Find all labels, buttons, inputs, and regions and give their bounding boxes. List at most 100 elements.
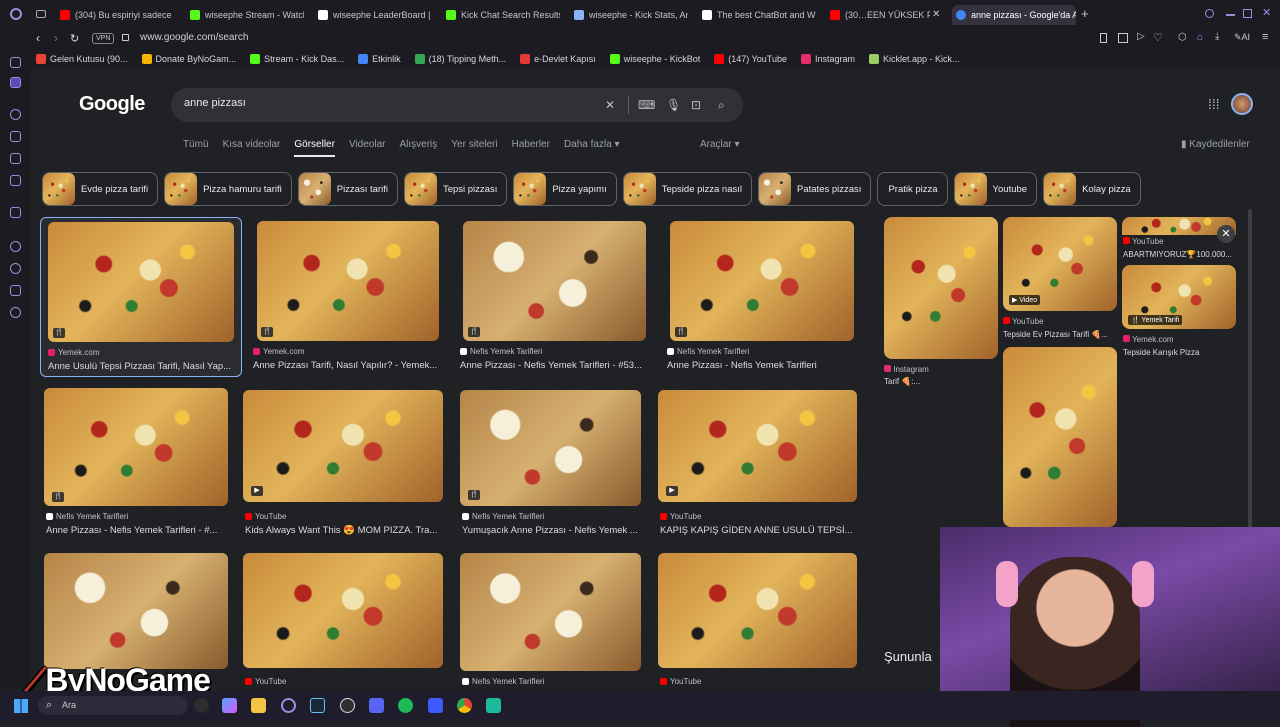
aria-icon[interactable] — [10, 77, 21, 88]
tab-news[interactable]: Haberler — [512, 139, 550, 157]
browser-tab[interactable]: wiseephe LeaderBoard | 1 — [314, 5, 432, 25]
preview-title[interactable]: ABARTMIYORUZ🏆100.000... — [1123, 250, 1237, 259]
image-result[interactable]: 🍴 Nefis Yemek Tarifleri Anne Pizzası - N… — [667, 221, 857, 373]
download-icon[interactable]: ⤓ — [1215, 31, 1219, 42]
bookmark-youtube[interactable]: (147) YouTube — [714, 54, 787, 64]
avatar[interactable] — [1231, 93, 1253, 115]
discord-icon[interactable] — [369, 698, 384, 713]
sidebar-app-icon[interactable] — [10, 109, 21, 120]
opera-icon[interactable] — [281, 698, 296, 713]
bookmark-kicklet[interactable]: Kicklet.app - Kick... — [869, 54, 960, 64]
tools-button[interactable]: Araçlar ▾ — [700, 139, 740, 150]
tab-places[interactable]: Yer siteleri — [451, 139, 497, 157]
bookmark-instagram[interactable]: Instagram — [800, 54, 855, 64]
maximize-icon[interactable] — [1243, 9, 1252, 18]
result-title[interactable]: KAPIŞ KAPIŞ GİDEN ANNE USULÜ TEPSİ... — [660, 525, 858, 536]
google-logo[interactable]: Google — [79, 93, 145, 116]
music-icon[interactable] — [10, 175, 21, 186]
tab-short-videos[interactable]: Kısa videolar — [223, 139, 281, 157]
browser-tab-active[interactable]: anne pizzası - Google'da A — [952, 5, 1076, 25]
image-result[interactable]: Nefis Yemek Tarifleri — [460, 553, 644, 691]
pin-icon[interactable] — [10, 285, 21, 296]
result-image[interactable] — [670, 221, 854, 341]
image-result[interactable]: 🍴 Yemek.com Anne Pizzası Tarifi, Nasıl Y… — [253, 221, 443, 373]
obs-icon[interactable] — [340, 698, 355, 713]
tab-all[interactable]: Tümü — [183, 139, 209, 157]
result-image[interactable] — [460, 553, 641, 671]
chip[interactable]: Pizza hamuru tarifi — [164, 172, 292, 206]
result-title[interactable]: Yumuşacık Anne Pizzası - Nefis Yemek ... — [462, 525, 646, 536]
tab-more[interactable]: Daha fazla ▾ — [564, 139, 620, 157]
result-image[interactable] — [48, 222, 234, 342]
search-icon[interactable]: ⌕ — [718, 98, 725, 113]
xbox-icon[interactable] — [194, 698, 209, 713]
tab-strip-icon[interactable] — [36, 10, 46, 18]
chip[interactable]: Evde pizza tarifi — [42, 172, 159, 206]
chip[interactable]: Kolay pizza — [1043, 172, 1141, 206]
whatsapp-icon[interactable] — [10, 153, 21, 164]
preview-title[interactable]: Tarif 🍕:... — [884, 377, 920, 386]
image-result[interactable]: ▶ YouTube KAPIŞ KAPIŞ GİDEN ANNE USULÜ T… — [658, 390, 858, 540]
result-title[interactable]: Kids Always Want This 😍 MOM PIZZA. Tra..… — [245, 525, 443, 536]
bookmark-edevlet[interactable]: e-Devlet Kapısı — [520, 54, 596, 64]
image-result[interactable]: YouTube — [658, 553, 858, 691]
preview-image-instagram[interactable] — [884, 217, 998, 359]
chip[interactable]: Pizzası tarifi — [297, 172, 398, 206]
mic-icon[interactable]: 🎙 — [666, 98, 681, 112]
bookmark-tipping[interactable]: (18) Tipping Meth... — [414, 54, 506, 64]
result-image[interactable] — [44, 388, 228, 506]
result-image[interactable] — [460, 390, 641, 506]
back-icon[interactable]: ‹ — [36, 31, 40, 45]
image-result[interactable]: 🍴 Yemek.com Anne Usulü Tepsi Pizzası Tar… — [40, 217, 242, 377]
scrollbar[interactable] — [1248, 209, 1252, 529]
chip[interactable]: Pizza yapımı — [513, 172, 617, 206]
url-field[interactable]: www.google.com/search — [140, 32, 248, 43]
clear-icon[interactable]: ✕ — [605, 98, 615, 112]
result-image[interactable] — [463, 221, 646, 341]
image-result[interactable]: ▶ YouTube Kids Always Want This 😍 MOM PI… — [243, 390, 445, 540]
new-tab-icon[interactable]: + — [1081, 6, 1089, 21]
preview-image-slice[interactable] — [1003, 347, 1117, 527]
chip[interactable]: Patates pizzası — [758, 172, 872, 206]
bookmark-gmail[interactable]: Gelen Kutusu (90... — [36, 54, 128, 64]
extensions-icon[interactable]: ⬡ — [1178, 32, 1187, 43]
browser-tab[interactable]: (30…EEN YÜKSEK PU — [826, 5, 930, 25]
browser-tab[interactable]: The best ChatBot and Wi — [698, 5, 816, 25]
result-title[interactable]: Anne Pizzası - Nefis Yemek Tarifleri - #… — [46, 525, 230, 536]
browser-tab[interactable]: Kick Chat Search Results — [442, 5, 560, 25]
lens-icon[interactable]: ⊡ — [691, 98, 701, 112]
app-icon[interactable] — [486, 698, 501, 713]
result-image[interactable] — [658, 553, 857, 668]
menu-icon[interactable]: ≡ — [1262, 31, 1268, 43]
tab-videos[interactable]: Videolar — [349, 139, 386, 157]
preview-title[interactable]: Tepside Karışık Pizza — [1123, 348, 1199, 357]
bookmark-icon[interactable] — [1100, 33, 1107, 43]
chrome-icon[interactable] — [457, 698, 472, 713]
bookmark-etkinlik[interactable]: Etkinlik — [358, 54, 401, 64]
home-icon[interactable] — [10, 57, 21, 68]
clock-icon[interactable] — [10, 263, 21, 274]
tab-close-icon[interactable]: ✕ — [932, 9, 940, 20]
settings-icon[interactable] — [10, 307, 21, 318]
spotify-icon[interactable] — [398, 698, 413, 713]
file-explorer-icon[interactable] — [251, 698, 266, 713]
search-input[interactable] — [184, 97, 584, 109]
bookmark-donate[interactable]: Donate ByNoGam... — [141, 54, 236, 64]
result-image[interactable] — [658, 390, 857, 502]
preview-title[interactable]: Tepside Ev Pizzası Tarifi 🍕... — [1003, 330, 1117, 339]
vpn-badge[interactable]: VPN — [92, 33, 115, 44]
reload-icon[interactable]: ↻ — [70, 32, 79, 45]
image-result[interactable]: 🍴 Nefis Yemek Tarifleri Yumuşacık Anne P… — [460, 390, 644, 540]
forward-icon[interactable]: › — [54, 31, 58, 45]
result-title[interactable]: Anne Pizzası - Nefis Yemek Tarifleri - #… — [460, 360, 650, 371]
result-image[interactable] — [44, 553, 228, 669]
keyboard-icon[interactable]: ⌨ — [638, 98, 655, 112]
messenger-icon[interactable] — [10, 131, 21, 142]
result-title[interactable]: Anne Pizzası - Nefis Yemek Tarifleri — [667, 360, 857, 371]
apps-grid-icon[interactable]: ⁞⁞⁞ — [1208, 96, 1220, 112]
close-window-icon[interactable]: ✕ — [1262, 6, 1271, 19]
browser-tab[interactable]: wiseephe Stream - Watch — [186, 5, 304, 25]
result-title[interactable]: Anne Pizzası Tarifi, Nasıl Yapılır? - Ye… — [253, 360, 443, 371]
chip[interactable]: Pratik pizza — [877, 172, 948, 206]
bookmark-kickbot[interactable]: wiseephe - KickBot — [609, 54, 700, 64]
